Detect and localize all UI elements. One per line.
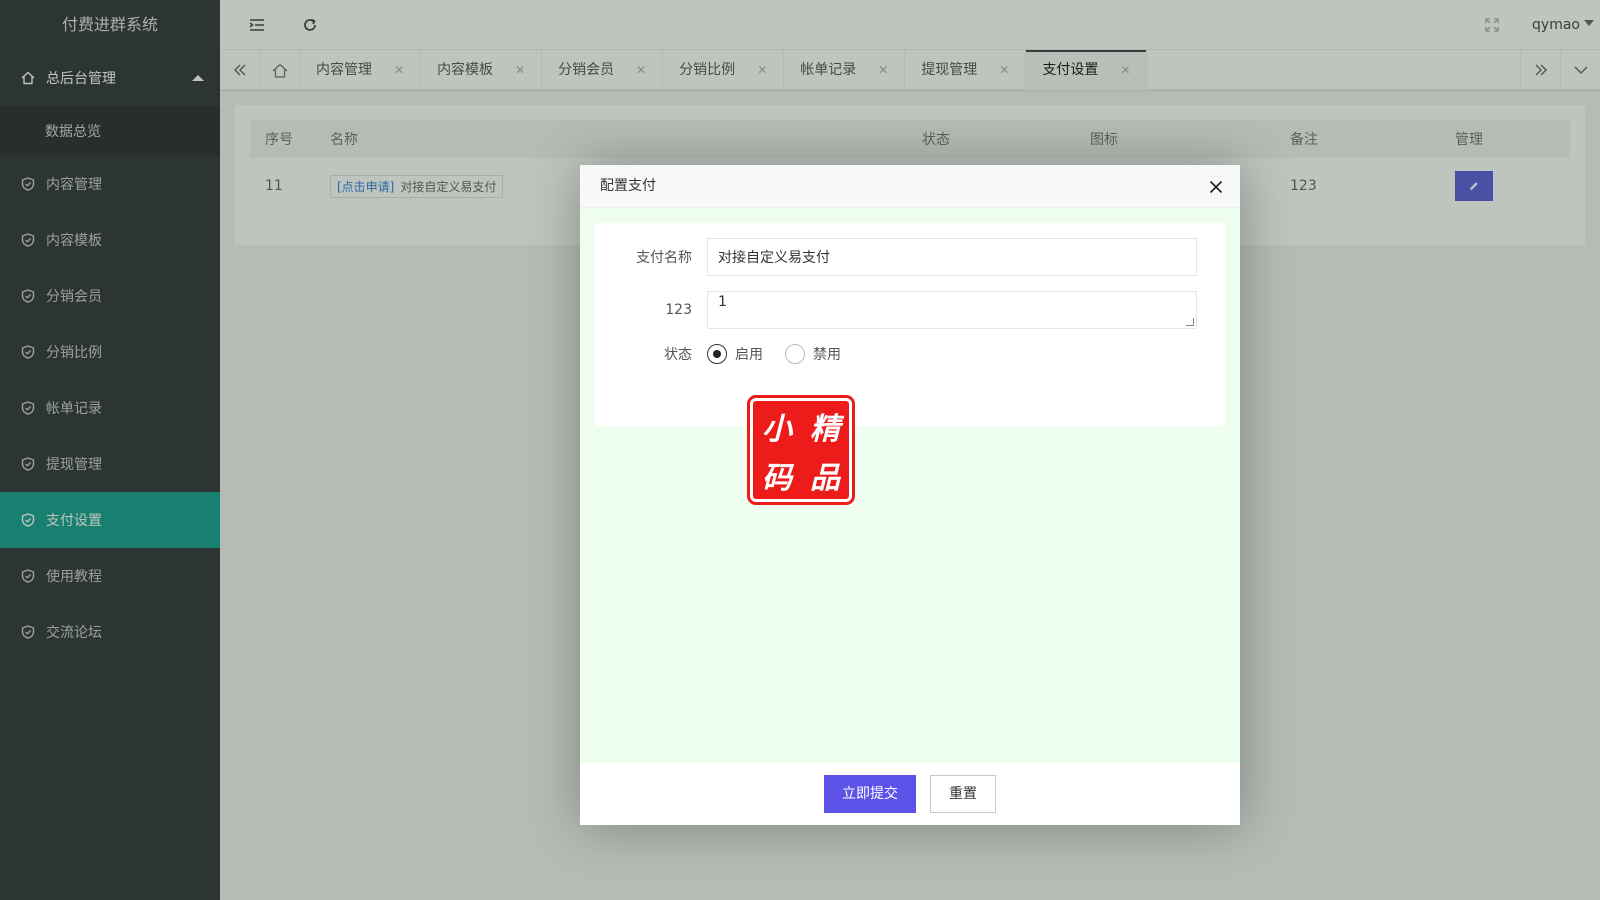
status-disabled-radio[interactable]: 禁用 (785, 344, 841, 364)
close-icon[interactable] (1206, 177, 1226, 197)
resize-handle-icon[interactable] (1186, 318, 1194, 326)
seal-char: 精 (810, 411, 840, 447)
payment-name-label: 支付名称 (636, 250, 692, 266)
payment-name-input[interactable]: 对接自定义易支付 (707, 238, 1197, 276)
payment-form: 支付名称 对接自定义易支付 123 1 状态 启用 禁用 (595, 223, 1225, 426)
seal-char: 小 (762, 411, 792, 447)
form-row-extra: 123 1 (595, 291, 1225, 329)
radio-unchecked-icon (785, 344, 805, 364)
dialog-footer: 立即提交 重置 (580, 763, 1240, 825)
status-enabled-radio[interactable]: 启用 (707, 344, 763, 364)
seal-char: 码 (762, 460, 792, 496)
status-label: 状态 (664, 347, 692, 363)
seal-char: 品 (810, 460, 840, 496)
textarea-value: 1 (718, 294, 727, 310)
submit-button[interactable]: 立即提交 (824, 775, 916, 813)
dialog-title: 配置支付 (580, 165, 1240, 208)
dialog-body: 支付名称 对接自定义易支付 123 1 状态 启用 禁用 小 精 码 品 (580, 208, 1240, 763)
config-payment-dialog: 配置支付 支付名称 对接自定义易支付 123 1 状态 启用 禁用 小 精 码 … (580, 165, 1240, 825)
extra-field-textarea[interactable]: 1 (707, 291, 1197, 329)
extra-field-label: 123 (665, 302, 692, 318)
radio-label: 禁用 (813, 347, 841, 363)
form-row-status: 状态 启用 禁用 (595, 344, 1225, 364)
radio-label: 启用 (735, 347, 763, 363)
seal-stamp-image: 小 精 码 品 (747, 395, 855, 505)
reset-button[interactable]: 重置 (930, 775, 996, 813)
form-row-name: 支付名称 对接自定义易支付 (595, 238, 1225, 276)
radio-checked-icon (707, 344, 727, 364)
